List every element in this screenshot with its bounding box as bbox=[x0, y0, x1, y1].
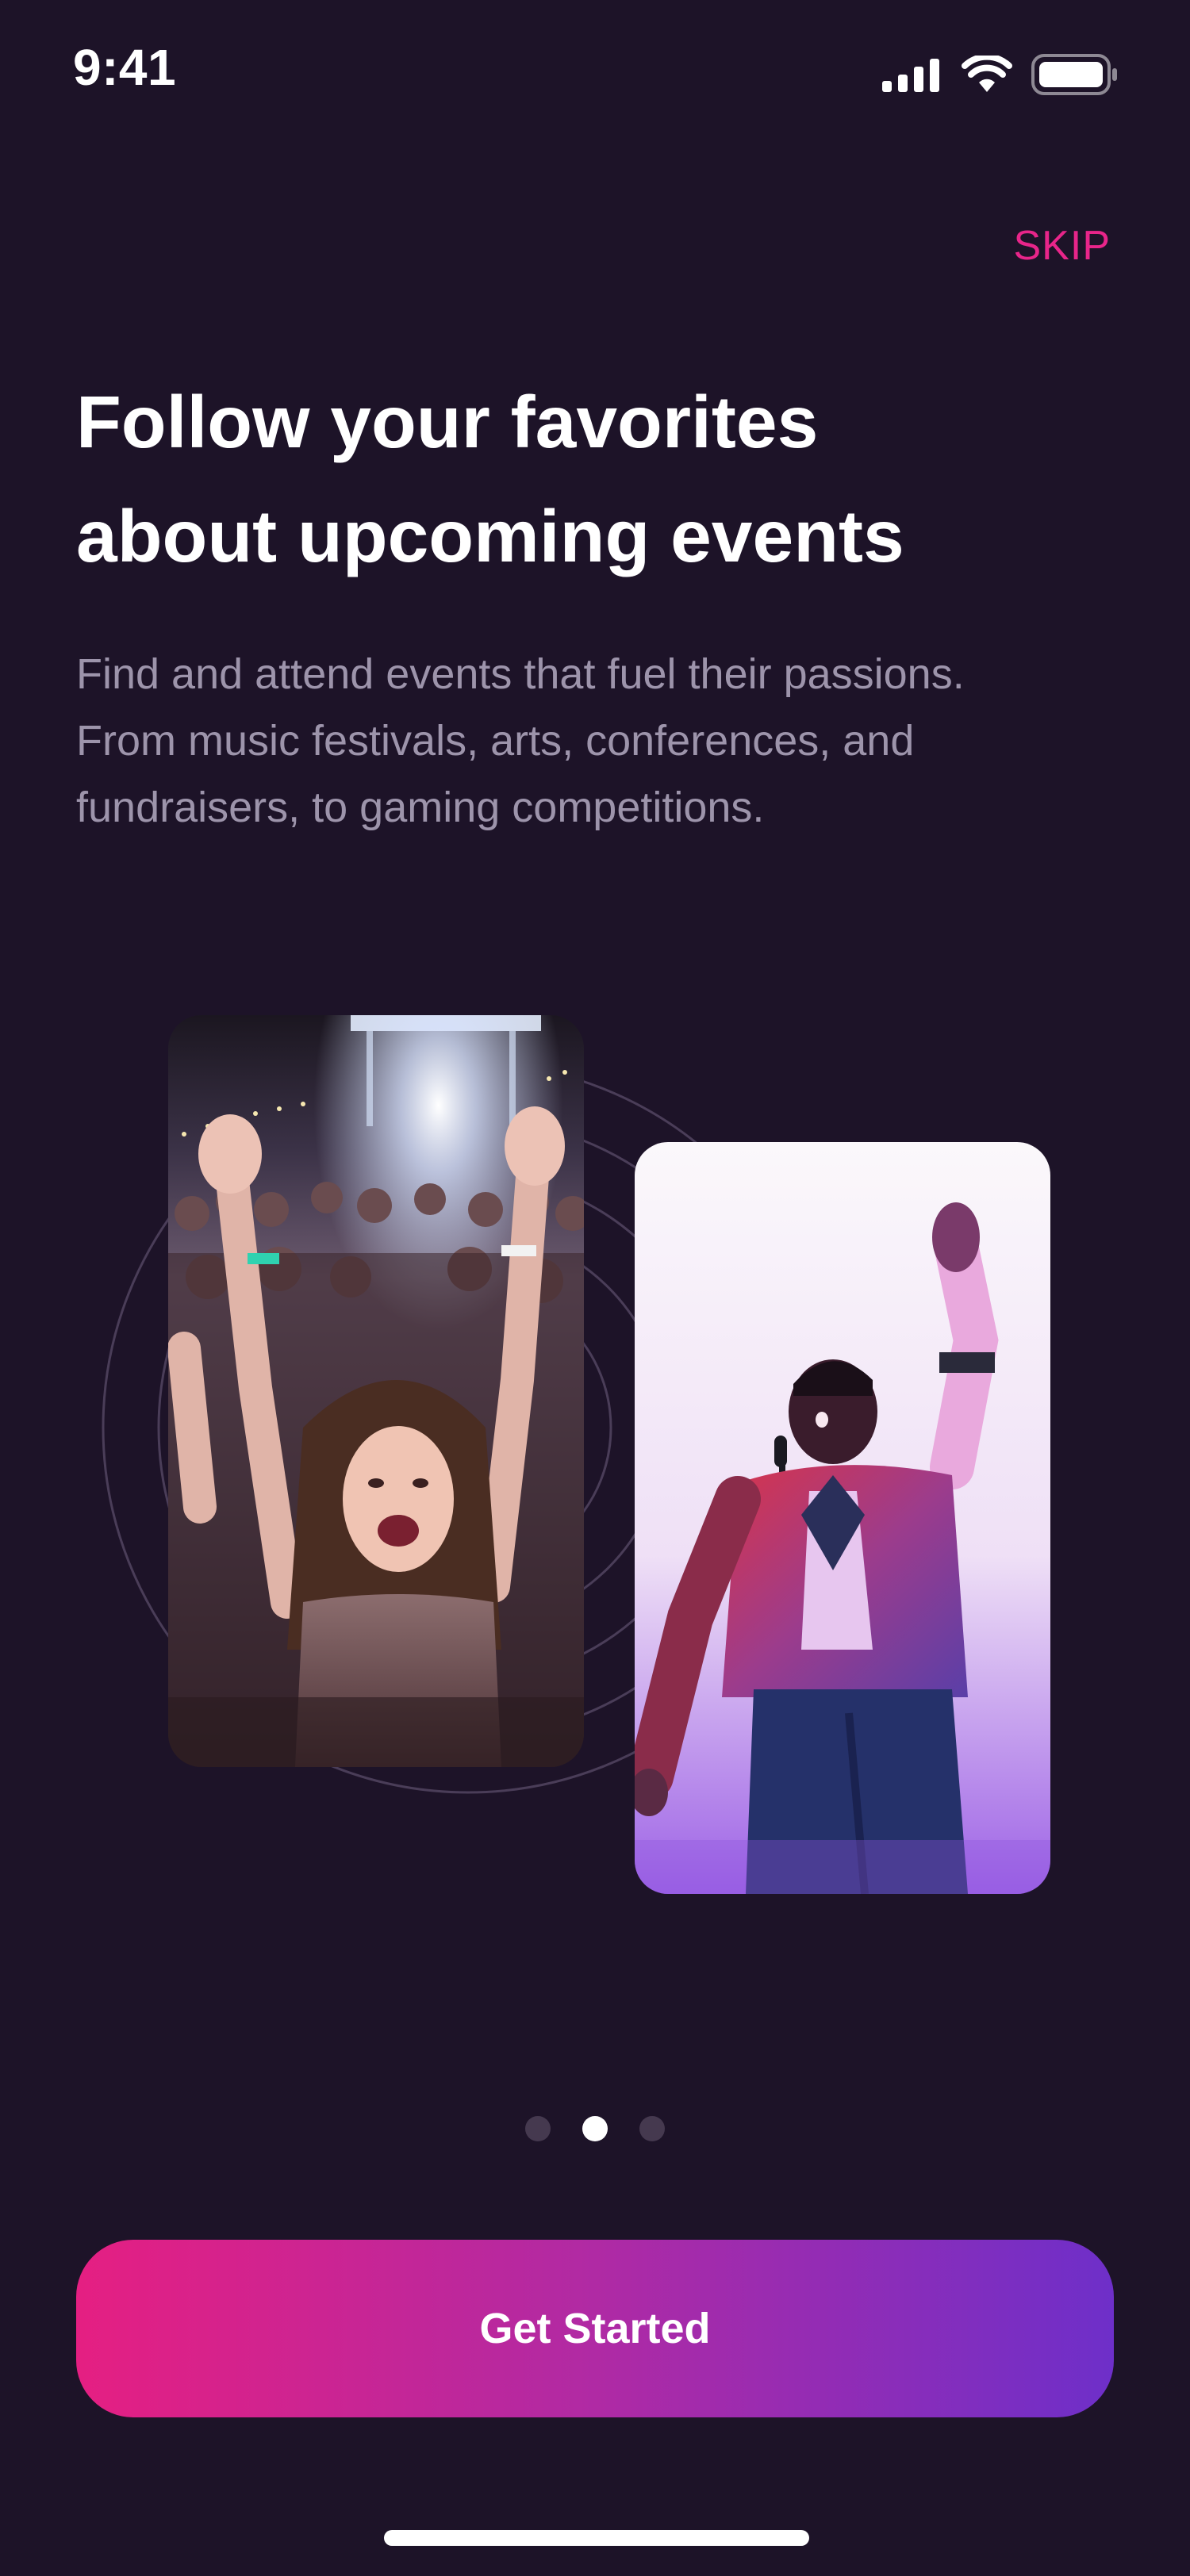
performer-photo bbox=[635, 1142, 1050, 1894]
page-dot-2-active[interactable] bbox=[582, 2116, 608, 2141]
onboarding-screen: 9:41 SKIP Follow your favorites about up… bbox=[0, 0, 1190, 2576]
performer-illustration bbox=[635, 1142, 1050, 1894]
page-dot-1[interactable] bbox=[525, 2116, 551, 2141]
page-dot-3[interactable] bbox=[639, 2116, 665, 2141]
home-indicator[interactable] bbox=[384, 2530, 809, 2546]
get-started-label: Get Started bbox=[479, 2305, 711, 2352]
get-started-button[interactable]: Get Started bbox=[76, 2240, 1114, 2417]
page-indicator bbox=[0, 2116, 1190, 2141]
crowd-photo bbox=[168, 1015, 584, 1767]
crowd-illustration bbox=[168, 1015, 584, 1767]
